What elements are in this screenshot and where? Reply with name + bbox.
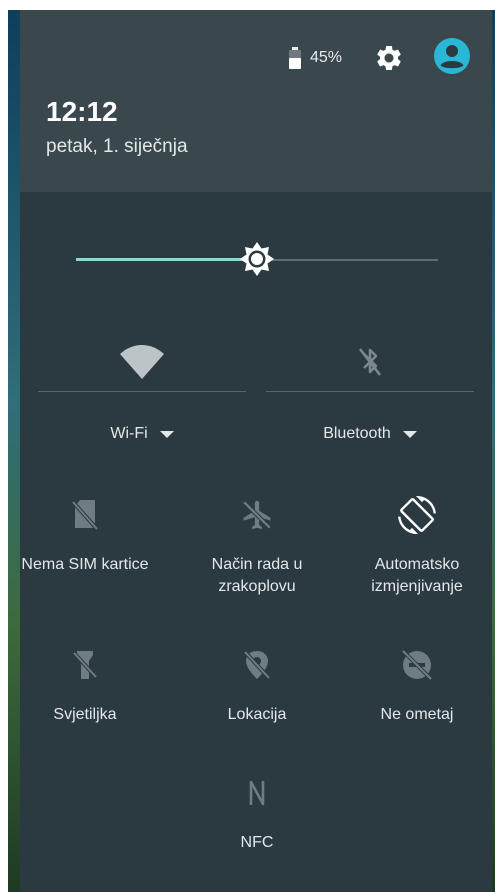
nfc-icon: [182, 776, 332, 810]
bluetooth-tile[interactable]: Bluetooth: [266, 335, 474, 457]
battery-icon: [288, 47, 302, 69]
bluetooth-off-icon[interactable]: [266, 345, 474, 379]
chevron-down-icon[interactable]: [402, 430, 417, 438]
quick-settings-header: 45% 12:12 petak, 1. siječnja: [20, 10, 492, 192]
bluetooth-divider: [266, 391, 474, 392]
tile-label: Način rada u zrakoplovu: [211, 556, 303, 595]
battery-percent: 45%: [309, 49, 342, 66]
clock-time[interactable]: 12:12: [46, 96, 118, 128]
tile-airplane-mode[interactable]: Način rada u zrakoplovu: [182, 498, 332, 598]
tile-label: Automatsko izmjenjivanje: [371, 556, 463, 595]
user-avatar-icon[interactable]: [434, 37, 470, 79]
tile-label: Lokacija: [227, 706, 287, 723]
wifi-label: Wi-Fi: [110, 425, 148, 442]
tile-label: Nema SIM kartice: [21, 556, 149, 573]
tile-location[interactable]: Lokacija: [182, 648, 332, 726]
airplane-icon: [182, 498, 332, 532]
brightness-thumb-icon[interactable]: [239, 241, 275, 277]
tile-nfc[interactable]: NFC: [182, 776, 332, 854]
tile-label: Ne ometaj: [380, 706, 454, 723]
left-edge: [0, 0, 8, 892]
quick-settings-panel: 45% 12:12 petak, 1. siječnja Wi-Fi Bluet…: [20, 10, 492, 892]
auto-rotate-icon: [342, 496, 492, 534]
wifi-icon[interactable]: [38, 345, 246, 379]
brightness-fill: [76, 258, 257, 261]
bluetooth-label: Bluetooth: [323, 425, 391, 442]
status-row: 45%: [288, 37, 470, 79]
tile-label: Svjetiljka: [53, 706, 117, 723]
chevron-down-icon[interactable]: [159, 430, 174, 438]
brightness-slider[interactable]: [76, 242, 438, 276]
tile-do-not-disturb[interactable]: Ne ometaj: [342, 648, 492, 726]
settings-gear-icon[interactable]: [374, 43, 404, 73]
flashlight-off-icon: [10, 648, 160, 682]
top-edge: [0, 0, 495, 10]
tile-label: NFC: [240, 834, 274, 851]
wifi-tile[interactable]: Wi-Fi: [38, 335, 246, 457]
do-not-disturb-off-icon: [342, 648, 492, 682]
date-label[interactable]: petak, 1. siječnja: [46, 136, 188, 158]
tile-flashlight[interactable]: Svjetiljka: [10, 648, 160, 726]
tile-auto-rotate[interactable]: Automatsko izmjenjivanje: [342, 496, 492, 598]
bluetooth-dropdown[interactable]: Bluetooth: [266, 425, 474, 443]
wifi-divider: [38, 391, 246, 392]
location-off-icon: [182, 648, 332, 682]
no-sim-icon: [10, 498, 160, 532]
tile-no-sim[interactable]: Nema SIM kartice: [10, 498, 160, 576]
wifi-dropdown[interactable]: Wi-Fi: [38, 425, 246, 443]
